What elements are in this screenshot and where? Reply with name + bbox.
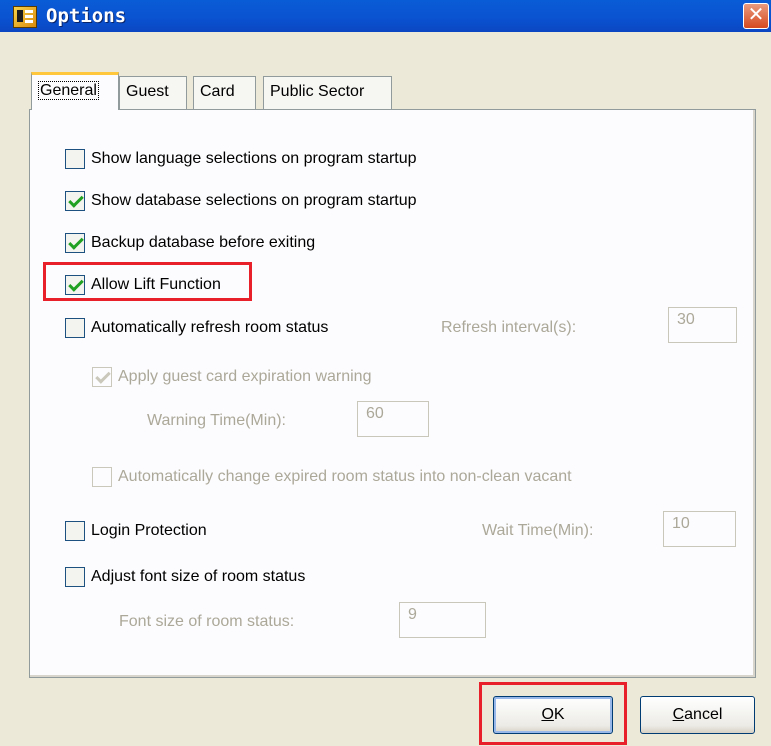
wait-time-input[interactable]: 10 [663, 511, 736, 547]
window-title: Options [46, 5, 127, 27]
font-size-input[interactable]: 9 [399, 602, 486, 638]
checkbox-box[interactable] [65, 318, 85, 338]
checkbox-box[interactable] [92, 467, 112, 487]
tab-guest[interactable]: Guest [119, 76, 187, 109]
checkbox-box[interactable] [92, 367, 112, 387]
allow-lift-checkbox[interactable]: Allow Lift Function [65, 274, 285, 296]
cancel-label: ancel [684, 706, 723, 723]
checkbox-box[interactable] [65, 521, 85, 541]
font-size-label: Font size of room status: [119, 613, 295, 630]
adjust-font-checkbox[interactable]: Adjust font size of room status [65, 566, 395, 588]
warning-time-label: Warning Time(Min): [147, 412, 286, 429]
refresh-interval-label: Refresh interval(s): [441, 319, 577, 336]
tab-card[interactable]: Card [193, 76, 256, 109]
checkbox-box[interactable] [65, 191, 85, 211]
ok-mnemonic: O [541, 706, 554, 723]
refresh-interval-input[interactable]: 30 [668, 307, 737, 343]
wait-time-label: Wait Time(Min): [482, 522, 594, 539]
auto-change-expired-checkbox[interactable]: Automatically change expired room status… [92, 466, 712, 488]
checkbox-box[interactable] [65, 567, 85, 587]
show-database-checkbox[interactable]: Show database selections on program star… [65, 190, 525, 212]
auto-refresh-checkbox[interactable]: Automatically refresh room status [65, 317, 425, 339]
close-button[interactable]: ✕ [743, 3, 769, 29]
tab-public-sector[interactable]: Public Sector [263, 76, 392, 109]
ok-button[interactable]: OK [493, 696, 613, 734]
close-icon: ✕ [747, 4, 765, 26]
general-tab-panel: Show language selections on program star… [29, 109, 756, 678]
checkbox-box[interactable] [65, 233, 85, 253]
checkbox-box[interactable] [65, 275, 85, 295]
checkbox-box[interactable] [65, 149, 85, 169]
warning-time-input[interactable]: 60 [357, 401, 429, 437]
title-bar: Options ✕ [0, 0, 771, 32]
show-language-checkbox[interactable]: Show language selections on program star… [65, 148, 525, 170]
apply-expiration-warning-checkbox[interactable]: Apply guest card expiration warning [92, 366, 492, 388]
tab-general[interactable]: General [31, 72, 119, 110]
cancel-button[interactable]: Cancel [640, 696, 755, 734]
backup-database-checkbox[interactable]: Backup database before exiting [65, 232, 425, 254]
cancel-mnemonic: C [672, 706, 685, 723]
login-protection-checkbox[interactable]: Login Protection [65, 520, 325, 542]
ok-label: K [553, 706, 565, 723]
app-icon [13, 6, 37, 28]
